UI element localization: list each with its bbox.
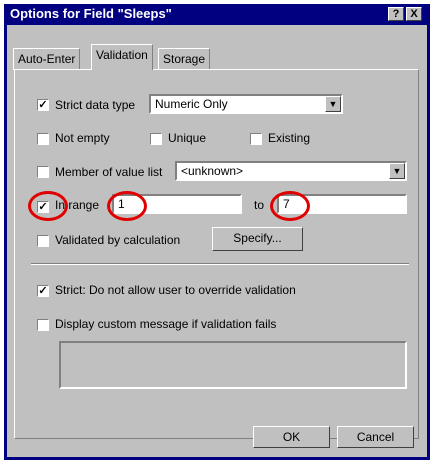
specify-button[interactable]: Specify... — [212, 227, 303, 251]
strict-data-type-checkbox[interactable]: ✓ — [37, 99, 49, 111]
tab-validation[interactable]: Validation — [91, 44, 153, 70]
options-dialog: Options for Field "Sleeps" ? X Auto-Ente… — [4, 4, 430, 460]
strict-override-label: Strict: Do not allow user to override va… — [55, 283, 296, 297]
dialog-title: Options for Field "Sleeps" — [10, 6, 172, 21]
custom-message-textarea[interactable] — [59, 341, 407, 389]
dialog-body: Auto-Enter Validation Storage ✓ Strict d… — [7, 25, 427, 457]
data-type-select[interactable]: Numeric Only ▼ — [149, 94, 343, 114]
display-custom-message-checkbox[interactable] — [37, 319, 49, 331]
not-empty-checkbox[interactable] — [37, 133, 49, 145]
value-list-value: <unknown> — [181, 164, 244, 178]
strict-data-type-label: Strict data type — [55, 98, 136, 112]
divider — [31, 263, 409, 265]
tab-storage[interactable]: Storage — [158, 48, 211, 70]
existing-checkbox[interactable] — [250, 133, 262, 145]
value-list-select[interactable]: <unknown> ▼ — [175, 161, 407, 181]
validated-by-calculation-label: Validated by calculation — [55, 233, 181, 247]
not-empty-label: Not empty — [55, 131, 110, 145]
highlight-range-from — [107, 191, 147, 221]
range-to-label: to — [254, 198, 265, 212]
help-button[interactable]: ? — [388, 7, 404, 21]
display-custom-message-label: Display custom message if validation fai… — [55, 317, 277, 331]
strict-override-checkbox[interactable]: ✓ — [37, 285, 49, 297]
data-type-value: Numeric Only — [155, 97, 228, 111]
highlight-range-to — [270, 191, 310, 221]
member-of-value-list-checkbox[interactable] — [37, 166, 49, 178]
cancel-button[interactable]: Cancel — [337, 426, 414, 448]
unique-checkbox[interactable] — [150, 133, 162, 145]
existing-label: Existing — [268, 131, 311, 145]
tab-auto-enter[interactable]: Auto-Enter — [13, 48, 81, 70]
unique-label: Unique — [168, 131, 207, 145]
member-of-value-list-label: Member of value list — [55, 165, 163, 179]
validated-by-calculation-checkbox[interactable] — [37, 235, 49, 247]
close-button[interactable]: X — [406, 7, 422, 21]
highlight-in-range-checkbox — [28, 191, 68, 221]
chevron-down-icon[interactable]: ▼ — [389, 163, 405, 179]
ok-button[interactable]: OK — [253, 426, 330, 448]
chevron-down-icon[interactable]: ▼ — [325, 96, 341, 112]
